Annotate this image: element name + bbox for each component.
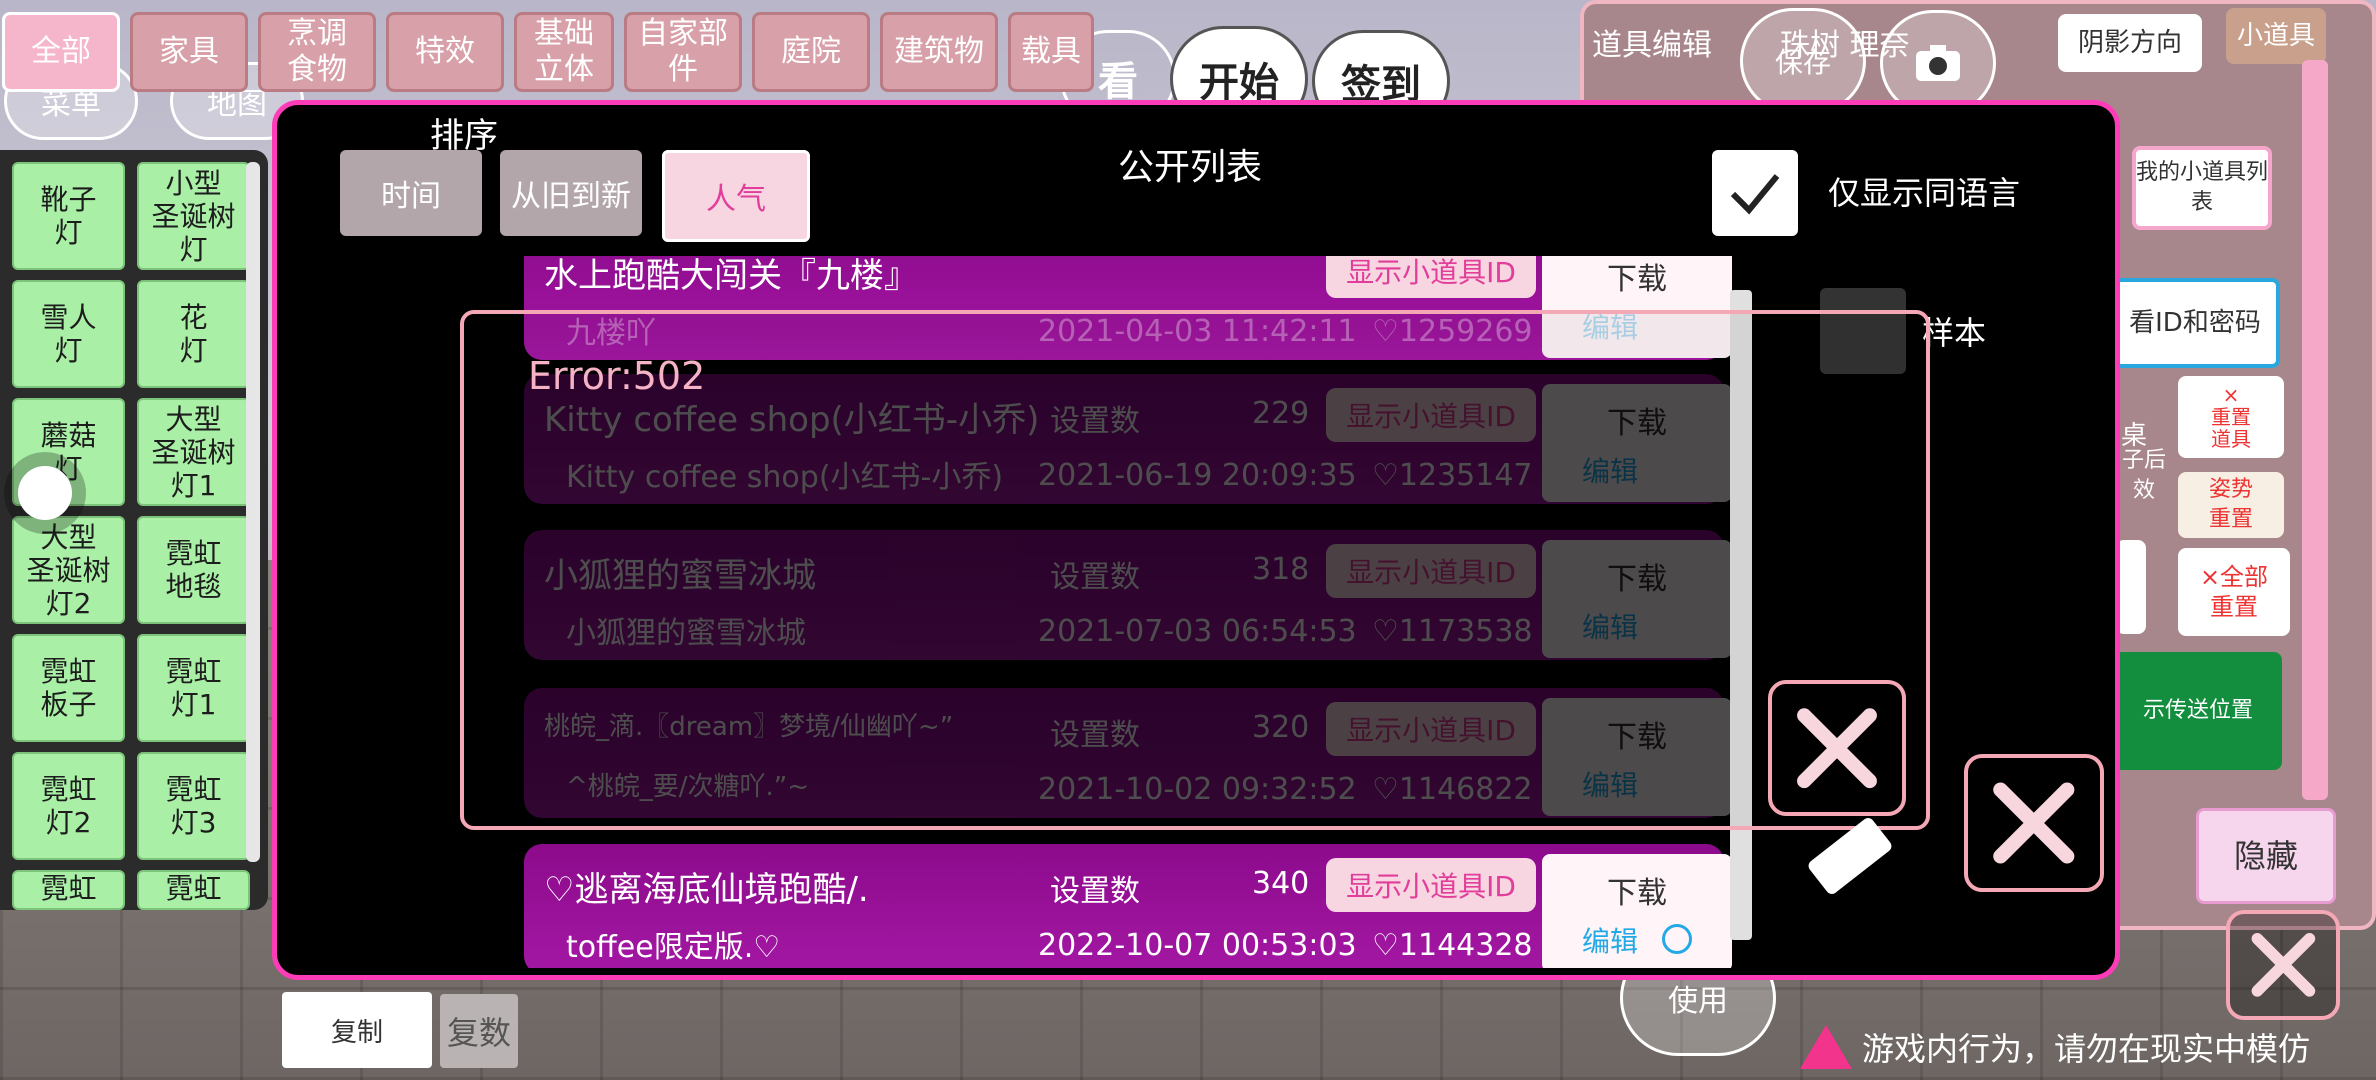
item-grid: 靴子 灯 小型 圣诞树 灯 雪人 灯 花 灯 蘑菇 灯 大型 圣诞树 灯1 大型… bbox=[12, 162, 250, 910]
tab-effects[interactable]: 特效 bbox=[386, 12, 504, 92]
sort-by-time-button[interactable]: 时间 bbox=[340, 150, 482, 236]
panel-title: 道具编辑 bbox=[1592, 28, 1712, 63]
same-language-checkbox[interactable] bbox=[1712, 150, 1798, 236]
multiple-button[interactable]: 复数 bbox=[440, 994, 518, 1068]
copy-button[interactable]: 复制 bbox=[282, 992, 432, 1068]
item-title: ♡逃离海底仙境跑酷/. bbox=[544, 870, 869, 910]
reset-all-button[interactable]: ×全部 重置 bbox=[2178, 548, 2290, 636]
item-author: toffee限定版.♡ bbox=[566, 930, 781, 965]
sort-old-to-new-button[interactable]: 从旧到新 bbox=[500, 150, 642, 236]
shadow-direction-value: 0 bbox=[2181, 44, 2199, 74]
show-id-button[interactable]: 显示小道具ID bbox=[1326, 256, 1536, 298]
item-cell[interactable]: 霓虹 灯3 bbox=[137, 752, 250, 860]
loading-icon bbox=[1662, 924, 1692, 954]
download-button[interactable]: 下载编辑 bbox=[1542, 854, 1732, 968]
warning-text: 游戏内行为，请勿在现实中模仿 bbox=[1862, 1030, 2311, 1068]
close-dialog-button[interactable] bbox=[1964, 754, 2104, 892]
sample-label: 样本 bbox=[1922, 314, 1987, 352]
partial-label-2: 子后 效 bbox=[2121, 448, 2166, 503]
set-count-label: 设置数 bbox=[1050, 874, 1140, 909]
small-items-tab[interactable]: 小道具 bbox=[2226, 8, 2326, 64]
download-label: 下载 bbox=[1607, 262, 1667, 297]
show-id-button[interactable]: 显示小道具ID bbox=[1326, 858, 1536, 912]
tab-basic-shapes[interactable]: 基础 立体 bbox=[514, 12, 614, 92]
safety-warning: 游戏内行为，请勿在现实中模仿 bbox=[1800, 1024, 2310, 1070]
item-cell[interactable]: 霓虹 bbox=[137, 870, 250, 910]
tab-food[interactable]: 烹调 食物 bbox=[258, 12, 376, 92]
close-icon bbox=[2251, 933, 2315, 997]
set-count-value: 340 bbox=[1252, 866, 1310, 901]
tab-all[interactable]: 全部 bbox=[2, 12, 120, 92]
hide-button[interactable]: 隐藏 bbox=[2196, 808, 2336, 904]
item-cell[interactable]: 霓虹 地毯 bbox=[137, 516, 250, 624]
item-cell[interactable]: 靴子 灯 bbox=[12, 162, 125, 270]
tab-home-parts[interactable]: 自家部件 bbox=[624, 12, 742, 92]
item-title: 水上跑酷大闯关『九楼』 bbox=[544, 256, 918, 296]
camera-icon bbox=[1916, 45, 1960, 81]
dialog-title: 公开列表 bbox=[1118, 147, 1263, 188]
close-icon bbox=[1797, 708, 1877, 788]
item-cell[interactable]: 霓虹 灯1 bbox=[137, 634, 250, 742]
item-cell[interactable]: 大型 圣诞树 灯1 bbox=[137, 398, 250, 506]
item-cell[interactable]: 雪人 灯 bbox=[12, 280, 125, 388]
item-date: 2022-10-07 00:53:03 bbox=[1038, 928, 1357, 963]
item-scrollbar[interactable] bbox=[246, 162, 260, 862]
item-cell[interactable]: 花 灯 bbox=[137, 280, 250, 388]
white-side-button[interactable] bbox=[2116, 540, 2146, 634]
right-scrollbar[interactable] bbox=[2302, 60, 2328, 800]
tab-furniture[interactable]: 家具 bbox=[130, 12, 248, 92]
reset-item-button[interactable]: × 重置 道具 bbox=[2178, 376, 2284, 458]
reset-pose-button[interactable]: 姿势 重置 bbox=[2178, 472, 2284, 538]
item-cell[interactable]: 霓虹 灯2 bbox=[12, 752, 125, 860]
tab-buildings[interactable]: 建筑物 bbox=[880, 12, 998, 92]
sort-popular-button[interactable]: 人气 bbox=[662, 150, 810, 242]
tab-vehicles[interactable]: 载具 bbox=[1008, 12, 1094, 92]
my-items-list-button[interactable]: 我的小道具列表 bbox=[2132, 146, 2272, 230]
close-error-button[interactable] bbox=[1768, 680, 1906, 816]
item-panel: 靴子 灯 小型 圣诞树 灯 雪人 灯 花 灯 蘑菇 灯 大型 圣诞树 灯1 大型… bbox=[0, 150, 268, 910]
warning-icon bbox=[1800, 1025, 1852, 1069]
view-id-password-button[interactable]: 看ID和密码 bbox=[2110, 278, 2280, 368]
close-panel-button[interactable] bbox=[2226, 910, 2340, 1020]
list-item[interactable]: ♡逃离海底仙境跑酷/. toffee限定版.♡ 设置数 340 2022-10-… bbox=[524, 844, 1732, 968]
error-message: Error:502 bbox=[528, 354, 706, 398]
close-icon bbox=[1993, 782, 2075, 864]
item-cell[interactable]: 大型 圣诞树 灯2 bbox=[12, 516, 125, 624]
item-likes: ♡1144328 bbox=[1372, 928, 1533, 963]
item-cell[interactable]: 霓虹 bbox=[12, 870, 125, 910]
joystick-handle[interactable] bbox=[18, 466, 72, 520]
same-language-label: 仅显示同语言 bbox=[1828, 174, 2021, 212]
show-teleport-button[interactable]: 示传送位置 bbox=[2114, 652, 2282, 770]
edit-label[interactable]: 编辑 bbox=[1582, 920, 1638, 960]
checkmark-icon bbox=[1730, 174, 1780, 215]
tab-garden[interactable]: 庭院 bbox=[752, 12, 870, 92]
item-cell[interactable]: 小型 圣诞树 灯 bbox=[137, 162, 250, 270]
item-cell[interactable]: 霓虹 板子 bbox=[12, 634, 125, 742]
download-label: 下载 bbox=[1607, 876, 1667, 911]
category-tabs: 全部 家具 烹调 食物 特效 基础 立体 自家部件 庭院 建筑物 载具 bbox=[0, 12, 1094, 102]
